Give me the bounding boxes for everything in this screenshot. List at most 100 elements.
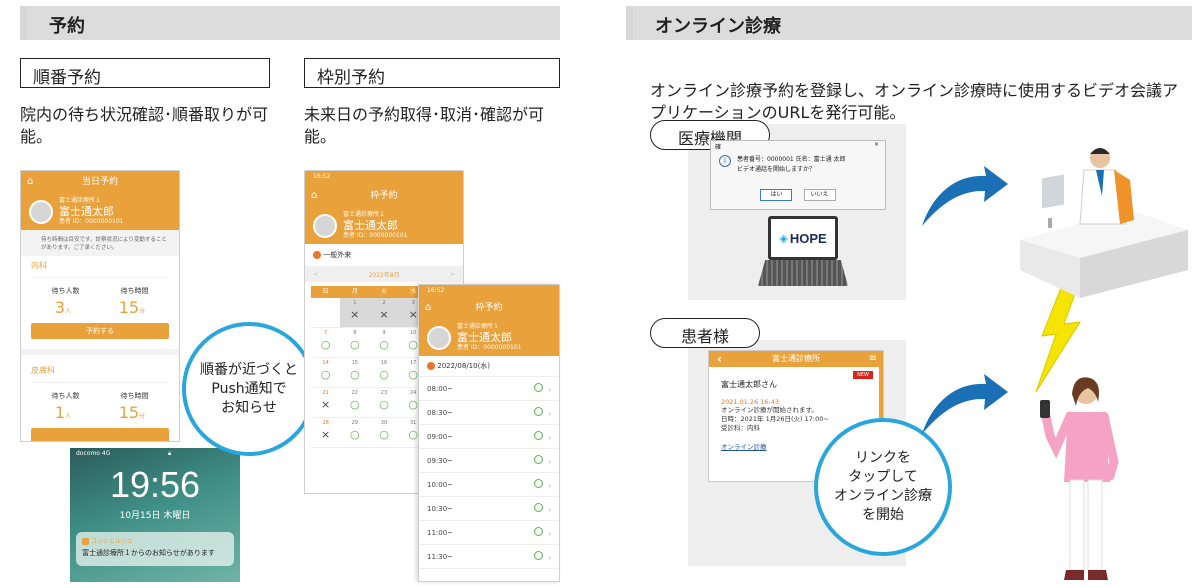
time-slot-row[interactable]: 10:00~ › xyxy=(419,473,559,497)
calendar-day-cell[interactable]: 9 ○ xyxy=(369,328,399,358)
slot-phone-title: 枠予約 xyxy=(370,191,398,201)
calendar-day-cell[interactable]: 2 × xyxy=(369,298,399,328)
app-icon xyxy=(82,538,89,545)
time-slot-label: 11:00~ xyxy=(427,528,454,537)
lock-icon: 🔒︎ xyxy=(168,450,172,457)
patient-id: 患者 ID：0000000101 xyxy=(343,232,408,239)
calendar-day-number: 29 xyxy=(351,420,358,426)
calendar-day-number: 1 xyxy=(353,300,357,306)
available-mark: ○ xyxy=(379,368,389,381)
message-timestamp: 2021.01.26 16:43 xyxy=(721,398,780,406)
time-slot-row[interactable]: 08:30~ › xyxy=(419,401,559,425)
time-slot-label: 09:00~ xyxy=(427,432,454,441)
dialog-yes-button[interactable]: はい xyxy=(760,189,793,201)
unavailable-mark: × xyxy=(320,428,331,441)
reserve-button[interactable]: 予約する xyxy=(31,323,169,339)
available-circle-icon xyxy=(534,455,544,464)
calendar-day-number: 30 xyxy=(380,420,388,426)
laptop-illustration: ◈ HOPE xyxy=(758,216,848,288)
slot-time-phone: 16:52 ⌂ 枠予約 富士通診療所１ 富士通太郎 患者 ID：00000001… xyxy=(418,284,560,582)
wait-people-label: 待ち人数 xyxy=(51,287,80,295)
dept-panel-derm: 皮膚科 待ち人数 待ち時間 1人 15分 xyxy=(21,349,179,441)
dialog-no-button[interactable]: いいえ xyxy=(803,189,836,201)
wait-people-unit: 人 xyxy=(65,413,72,420)
available-mark: ○ xyxy=(379,428,389,441)
available-circle-icon xyxy=(534,551,544,560)
status-time: 16:52 xyxy=(313,173,331,180)
calendar-day-number xyxy=(311,298,340,308)
time-slot-row[interactable]: 09:30~ › xyxy=(419,449,559,473)
patient-card: 富士通診療所１ 富士通太郎 患者 ID：0000000101 xyxy=(305,207,463,244)
slot-reservation-heading: 枠別予約 xyxy=(317,68,385,88)
dialog-title: 確 xyxy=(715,144,722,151)
available-mark: ○ xyxy=(320,338,331,351)
calendar-day-cell[interactable] xyxy=(311,298,341,328)
available-circle-icon xyxy=(534,383,544,392)
patient-label-bubble: 患者様 xyxy=(650,318,760,348)
unavailable-mark: × xyxy=(320,398,331,411)
avatar xyxy=(427,325,451,350)
next-month-icon[interactable]: > xyxy=(450,271,455,278)
home-icon[interactable]: ⌂ xyxy=(311,185,317,207)
back-icon xyxy=(313,251,321,259)
calendar-day-cell[interactable]: 8 ○ xyxy=(340,328,370,358)
dialog-close-icon[interactable]: × xyxy=(874,141,879,148)
time-slot-row[interactable]: 11:30~ › xyxy=(419,545,559,569)
calendar-day-cell[interactable]: 14 ○ xyxy=(311,358,341,388)
reserve-button-partial[interactable] xyxy=(31,428,169,441)
dept-panel-internal: 内科 待ち人数 待ち時間 3人 15分 予約する xyxy=(21,256,179,343)
calendar-day-cell[interactable]: 7 ○ xyxy=(311,328,341,358)
calendar-day-cell[interactable]: 15 ○ xyxy=(340,358,370,388)
calendar-day-cell[interactable]: 23 ○ xyxy=(369,388,399,418)
patient-card: 富士通診療所１ 富士通太郎 患者 ID：0000000101 xyxy=(419,319,559,356)
time-slot-row[interactable]: 10:30~ › xyxy=(419,497,559,521)
laptop-keyboard xyxy=(758,260,848,286)
clinic-name: 富士通診療所１ xyxy=(343,211,386,218)
arrow-to-doctor-icon xyxy=(922,166,1008,226)
wait-time-unit: 分 xyxy=(139,413,146,420)
patient-woman-illustration xyxy=(1040,377,1119,580)
queue-phone-header: ⌂ 当日予約 富士通診療所１ 富士通太郎 患者 ID：0000000101 xyxy=(21,171,179,230)
wait-people-value: 1 xyxy=(54,403,66,422)
calendar-day-number: 8 xyxy=(353,330,357,336)
weekday-label: 日 xyxy=(322,288,329,295)
time-slot-row[interactable]: 09:00~ › xyxy=(419,425,559,449)
time-slot-row[interactable]: 11:00~ › xyxy=(419,521,559,545)
laptop-screen: ◈ HOPE xyxy=(768,216,838,260)
chevron-right-icon: › xyxy=(548,458,551,466)
month-label: 2022年8月 xyxy=(368,271,400,279)
patient-card: 富士通診療所１ 富士通太郎 患者 ID：0000000101 xyxy=(21,193,179,230)
calendar-day-cell[interactable]: 21 × xyxy=(311,388,341,418)
online-section-title: オンライン診療 xyxy=(655,16,781,37)
lock-time: 19:56 xyxy=(109,464,201,505)
time-slot-label: 11:30~ xyxy=(427,552,454,561)
back-chevron-icon[interactable]: ‹ xyxy=(717,351,722,367)
home-icon[interactable]: ⌂ xyxy=(425,297,431,319)
menu-icon[interactable]: ≡ xyxy=(869,351,877,367)
wait-time-unit: 分 xyxy=(139,308,146,315)
calendar-day-cell[interactable]: 28 × xyxy=(311,418,341,448)
prev-month-icon[interactable]: < xyxy=(313,271,318,278)
calendar-day-number: 7 xyxy=(324,330,328,336)
calendar-day-cell[interactable]: 22 ○ xyxy=(340,388,370,418)
home-icon[interactable]: ⌂ xyxy=(27,171,33,193)
calendar-day-cell[interactable]: 16 ○ xyxy=(369,358,399,388)
chevron-right-icon: › xyxy=(548,506,551,514)
calendar-day-cell[interactable]: 1 × xyxy=(340,298,370,328)
patient-id: 患者 ID：0000000101 xyxy=(59,218,124,225)
calendar-day-number: 9 xyxy=(382,330,386,336)
time-slot-row[interactable]: 08:00~ › xyxy=(419,377,559,401)
slot-phone-title: 枠予約 xyxy=(475,303,503,313)
month-selector: < 2022年8月 > xyxy=(305,266,463,282)
available-mark: ○ xyxy=(379,398,389,411)
calendar-day-cell[interactable]: 29 ○ xyxy=(340,418,370,448)
dept-row[interactable]: 一般外来 xyxy=(305,244,463,266)
available-circle-icon xyxy=(534,431,544,440)
dialog-message: 患者番号：0000001 氏名：富士通 太郎 ビデオ通話を開始しますか？ xyxy=(737,156,846,173)
wait-notice: 待ち時間は目安です。診察状況により変動することがあります。ご了承ください。 xyxy=(21,230,179,256)
available-circle-icon xyxy=(534,527,544,536)
selected-date-row[interactable]: 2022/08/10(水) xyxy=(419,356,559,377)
queue-reservation-phone: ⌂ 当日予約 富士通診療所１ 富士通太郎 患者 ID：0000000101 待ち… xyxy=(20,170,180,442)
push-notification[interactable]: コンシェルジュ 富士通診療所１からのお知らせがあります xyxy=(76,532,234,566)
calendar-day-cell[interactable]: 30 ○ xyxy=(369,418,399,448)
